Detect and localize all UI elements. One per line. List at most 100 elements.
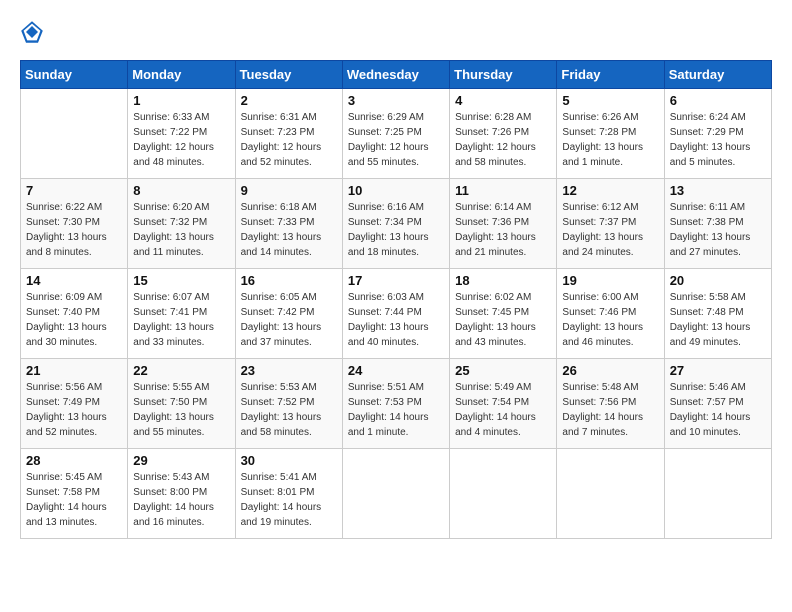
day-cell: 29 Sunrise: 5:43 AMSunset: 8:00 PMDayligh… xyxy=(128,449,235,539)
day-cell: 2 Sunrise: 6:31 AMSunset: 7:23 PMDaylight… xyxy=(235,89,342,179)
day-cell: 20 Sunrise: 5:58 AMSunset: 7:48 PMDayligh… xyxy=(664,269,771,359)
day-cell: 24 Sunrise: 5:51 AMSunset: 7:53 PMDayligh… xyxy=(342,359,449,449)
day-number: 18 xyxy=(455,273,551,288)
day-cell: 3 Sunrise: 6:29 AMSunset: 7:25 PMDaylight… xyxy=(342,89,449,179)
day-number: 20 xyxy=(670,273,766,288)
day-cell: 22 Sunrise: 5:55 AMSunset: 7:50 PMDayligh… xyxy=(128,359,235,449)
day-cell xyxy=(21,89,128,179)
day-cell xyxy=(342,449,449,539)
day-cell: 1 Sunrise: 6:33 AMSunset: 7:22 PMDaylight… xyxy=(128,89,235,179)
day-detail: Sunrise: 5:43 AMSunset: 8:00 PMDaylight:… xyxy=(133,470,229,530)
day-detail: Sunrise: 5:45 AMSunset: 7:58 PMDaylight:… xyxy=(26,470,122,530)
day-cell: 17 Sunrise: 6:03 AMSunset: 7:44 PMDayligh… xyxy=(342,269,449,359)
day-number: 17 xyxy=(348,273,444,288)
day-cell: 4Sunrise: 6:28 AMSunset: 7:26 PMDaylight… xyxy=(450,89,557,179)
day-detail: Sunrise: 5:41 AMSunset: 8:01 PMDaylight:… xyxy=(241,470,337,530)
day-number: 15 xyxy=(133,273,229,288)
day-cell: 12 Sunrise: 6:12 AMSunset: 7:37 PMDayligh… xyxy=(557,179,664,269)
day-number: 12 xyxy=(562,183,658,198)
day-number: 27 xyxy=(670,363,766,378)
day-number: 1 xyxy=(133,93,229,108)
day-detail: Sunrise: 5:51 AMSunset: 7:53 PMDaylight:… xyxy=(348,380,444,440)
day-number: 21 xyxy=(26,363,122,378)
day-cell: 8Sunrise: 6:20 AMSunset: 7:32 PMDaylight… xyxy=(128,179,235,269)
day-detail: Sunrise: 5:53 AMSunset: 7:52 PMDaylight:… xyxy=(241,380,337,440)
weekday-header-row: SundayMondayTuesdayWednesdayThursdayFrid… xyxy=(21,61,772,89)
day-detail: Sunrise: 5:58 AMSunset: 7:48 PMDaylight:… xyxy=(670,290,766,350)
day-detail: Sunrise: 5:48 AMSunset: 7:56 PMDaylight:… xyxy=(562,380,658,440)
week-row-2: 7Sunrise: 6:22 AMSunset: 7:30 PMDaylight… xyxy=(21,179,772,269)
day-cell xyxy=(450,449,557,539)
day-number: 23 xyxy=(241,363,337,378)
day-number: 3 xyxy=(348,93,444,108)
page-header xyxy=(20,20,772,44)
day-detail: Sunrise: 6:09 AMSunset: 7:40 PMDaylight:… xyxy=(26,290,122,350)
day-detail: Sunrise: 5:46 AMSunset: 7:57 PMDaylight:… xyxy=(670,380,766,440)
day-detail: Sunrise: 6:03 AMSunset: 7:44 PMDaylight:… xyxy=(348,290,444,350)
day-detail: Sunrise: 5:56 AMSunset: 7:49 PMDaylight:… xyxy=(26,380,122,440)
day-cell: 7Sunrise: 6:22 AMSunset: 7:30 PMDaylight… xyxy=(21,179,128,269)
weekday-header-wednesday: Wednesday xyxy=(342,61,449,89)
weekday-header-friday: Friday xyxy=(557,61,664,89)
week-row-3: 14 Sunrise: 6:09 AMSunset: 7:40 PMDayligh… xyxy=(21,269,772,359)
day-number: 5 xyxy=(562,93,658,108)
calendar-table: SundayMondayTuesdayWednesdayThursdayFrid… xyxy=(20,60,772,539)
day-detail: Sunrise: 6:18 AMSunset: 7:33 PMDaylight:… xyxy=(241,200,337,260)
day-number: 19 xyxy=(562,273,658,288)
day-number: 26 xyxy=(562,363,658,378)
day-cell: 30 Sunrise: 5:41 AMSunset: 8:01 PMDayligh… xyxy=(235,449,342,539)
day-cell: 25Sunrise: 5:49 AMSunset: 7:54 PMDayligh… xyxy=(450,359,557,449)
week-row-5: 28Sunrise: 5:45 AMSunset: 7:58 PMDayligh… xyxy=(21,449,772,539)
day-number: 14 xyxy=(26,273,122,288)
day-number: 9 xyxy=(241,183,337,198)
day-number: 2 xyxy=(241,93,337,108)
day-detail: Sunrise: 5:55 AMSunset: 7:50 PMDaylight:… xyxy=(133,380,229,440)
day-detail: Sunrise: 6:00 AMSunset: 7:46 PMDaylight:… xyxy=(562,290,658,350)
day-cell: 10Sunrise: 6:16 AMSunset: 7:34 PMDayligh… xyxy=(342,179,449,269)
day-number: 4 xyxy=(455,93,551,108)
day-detail: Sunrise: 6:12 AMSunset: 7:37 PMDaylight:… xyxy=(562,200,658,260)
week-row-4: 21 Sunrise: 5:56 AMSunset: 7:49 PMDayligh… xyxy=(21,359,772,449)
day-cell: 16 Sunrise: 6:05 AMSunset: 7:42 PMDayligh… xyxy=(235,269,342,359)
week-row-1: 1 Sunrise: 6:33 AMSunset: 7:22 PMDaylight… xyxy=(21,89,772,179)
day-detail: Sunrise: 6:02 AMSunset: 7:45 PMDaylight:… xyxy=(455,290,551,350)
day-cell xyxy=(557,449,664,539)
day-number: 11 xyxy=(455,183,551,198)
day-cell: 23 Sunrise: 5:53 AMSunset: 7:52 PMDayligh… xyxy=(235,359,342,449)
weekday-header-saturday: Saturday xyxy=(664,61,771,89)
day-detail: Sunrise: 6:24 AMSunset: 7:29 PMDaylight:… xyxy=(670,110,766,170)
day-cell: 28Sunrise: 5:45 AMSunset: 7:58 PMDayligh… xyxy=(21,449,128,539)
day-detail: Sunrise: 6:16 AMSunset: 7:34 PMDaylight:… xyxy=(348,200,444,260)
day-cell: 6 Sunrise: 6:24 AMSunset: 7:29 PMDaylight… xyxy=(664,89,771,179)
day-detail: Sunrise: 6:31 AMSunset: 7:23 PMDaylight:… xyxy=(241,110,337,170)
weekday-header-thursday: Thursday xyxy=(450,61,557,89)
day-cell: 9 Sunrise: 6:18 AMSunset: 7:33 PMDaylight… xyxy=(235,179,342,269)
logo xyxy=(20,20,48,44)
day-detail: Sunrise: 6:29 AMSunset: 7:25 PMDaylight:… xyxy=(348,110,444,170)
day-number: 7 xyxy=(26,183,122,198)
day-number: 29 xyxy=(133,453,229,468)
weekday-header-monday: Monday xyxy=(128,61,235,89)
day-cell: 15 Sunrise: 6:07 AMSunset: 7:41 PMDayligh… xyxy=(128,269,235,359)
day-detail: Sunrise: 6:26 AMSunset: 7:28 PMDaylight:… xyxy=(562,110,658,170)
day-detail: Sunrise: 5:49 AMSunset: 7:54 PMDaylight:… xyxy=(455,380,551,440)
day-detail: Sunrise: 6:33 AMSunset: 7:22 PMDaylight:… xyxy=(133,110,229,170)
day-cell: 14 Sunrise: 6:09 AMSunset: 7:40 PMDayligh… xyxy=(21,269,128,359)
day-cell: 27 Sunrise: 5:46 AMSunset: 7:57 PMDayligh… xyxy=(664,359,771,449)
day-cell: 19 Sunrise: 6:00 AMSunset: 7:46 PMDayligh… xyxy=(557,269,664,359)
day-detail: Sunrise: 6:05 AMSunset: 7:42 PMDaylight:… xyxy=(241,290,337,350)
day-cell: 26 Sunrise: 5:48 AMSunset: 7:56 PMDayligh… xyxy=(557,359,664,449)
day-number: 30 xyxy=(241,453,337,468)
day-number: 16 xyxy=(241,273,337,288)
day-number: 13 xyxy=(670,183,766,198)
day-cell: 21 Sunrise: 5:56 AMSunset: 7:49 PMDayligh… xyxy=(21,359,128,449)
day-cell: 5 Sunrise: 6:26 AMSunset: 7:28 PMDaylight… xyxy=(557,89,664,179)
weekday-header-tuesday: Tuesday xyxy=(235,61,342,89)
day-number: 8 xyxy=(133,183,229,198)
day-detail: Sunrise: 6:11 AMSunset: 7:38 PMDaylight:… xyxy=(670,200,766,260)
day-number: 22 xyxy=(133,363,229,378)
day-number: 24 xyxy=(348,363,444,378)
day-number: 6 xyxy=(670,93,766,108)
day-detail: Sunrise: 6:07 AMSunset: 7:41 PMDaylight:… xyxy=(133,290,229,350)
day-detail: Sunrise: 6:14 AMSunset: 7:36 PMDaylight:… xyxy=(455,200,551,260)
